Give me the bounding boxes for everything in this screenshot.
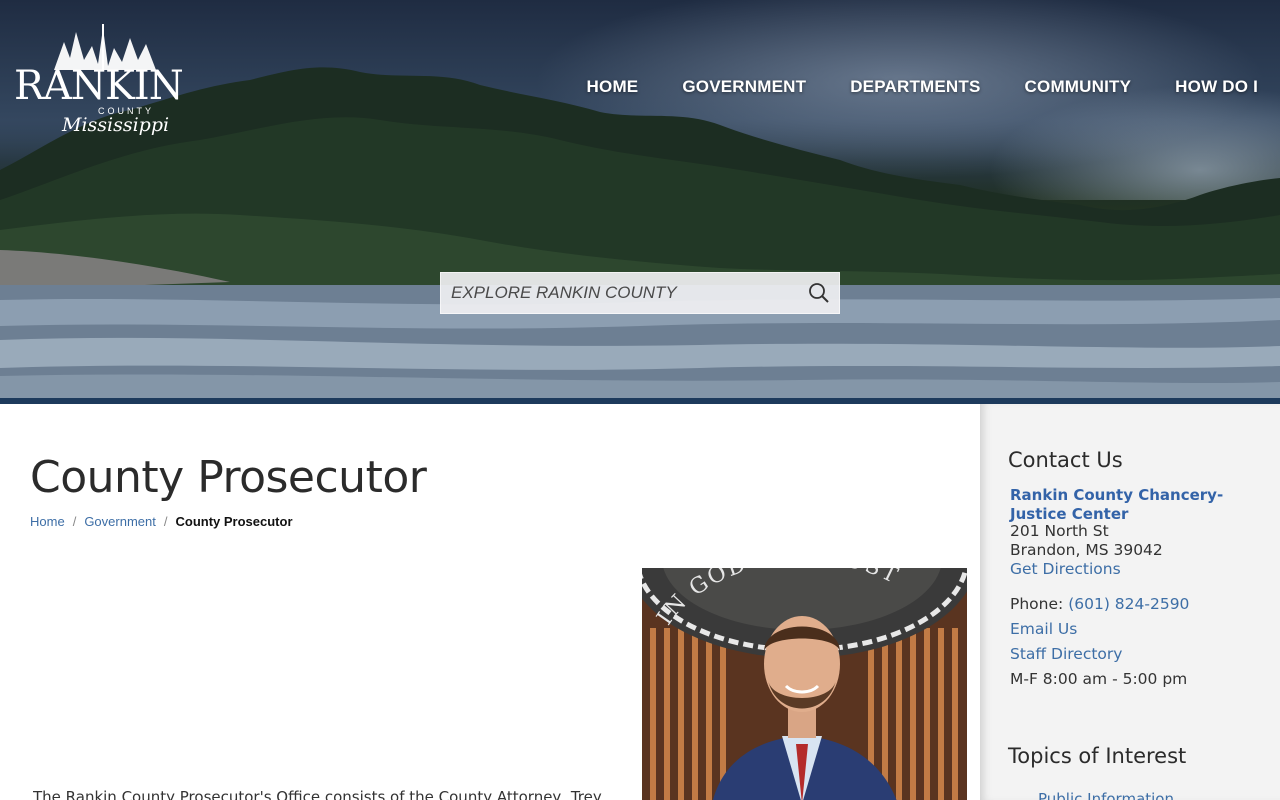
- office-hours: M-F 8:00 am - 5:00 pm: [1010, 670, 1188, 688]
- intro-paragraph: The Rankin County Prosecutor's Office co…: [33, 788, 602, 800]
- logo-wordmark: RANKIN: [14, 63, 184, 109]
- get-directions-link[interactable]: Get Directions: [1010, 560, 1121, 578]
- contact-heading: Contact Us: [1008, 448, 1123, 472]
- contact-phone-row: Phone: (601) 824-2590: [1010, 595, 1189, 613]
- topics-heading: Topics of Interest: [1008, 744, 1187, 768]
- contact-address-2: Brandon, MS 39042: [1010, 541, 1163, 559]
- page-title: County Prosecutor: [30, 452, 427, 503]
- site-search: [440, 272, 840, 314]
- nav-departments[interactable]: DEPARTMENTS: [806, 76, 980, 98]
- staff-directory-link[interactable]: Staff Directory: [1010, 645, 1122, 663]
- hero-landscape-image: [0, 67, 1280, 398]
- portrait-image: IN GOD WE TRUST: [642, 568, 967, 800]
- phone-label: Phone:: [1010, 595, 1064, 613]
- breadcrumb-separator: /: [72, 514, 77, 529]
- logo-script-label: Mississippi: [62, 114, 170, 136]
- nav-how-do-i[interactable]: HOW DO I: [1131, 76, 1258, 98]
- prosecutor-portrait: IN GOD WE TRUST: [642, 568, 967, 800]
- contact-address-1: 201 North St: [1010, 522, 1109, 540]
- breadcrumb-home[interactable]: Home: [30, 514, 65, 529]
- phone-link[interactable]: (601) 824-2590: [1068, 595, 1189, 613]
- breadcrumb: Home / Government / County Prosecutor: [30, 514, 293, 529]
- topic-link-public-information[interactable]: Public Information: [1038, 790, 1174, 800]
- search-button[interactable]: [799, 273, 839, 313]
- nav-government[interactable]: GOVERNMENT: [638, 76, 806, 98]
- main-nav: HOME GOVERNMENT DEPARTMENTS COMMUNITY HO…: [587, 76, 1258, 98]
- breadcrumb-government[interactable]: Government: [84, 514, 156, 529]
- email-us-link[interactable]: Email Us: [1010, 620, 1077, 638]
- breadcrumb-separator: /: [163, 514, 168, 529]
- breadcrumb-current: County Prosecutor: [175, 514, 293, 529]
- search-icon: [809, 283, 829, 303]
- nav-home[interactable]: HOME: [587, 76, 639, 98]
- hero-banner: RANKIN COUNTY Mississippi HOME GOVERNMEN…: [0, 0, 1280, 404]
- sidebar: Contact Us Rankin County Chancery-Justic…: [980, 404, 1280, 800]
- contact-org-link[interactable]: Rankin County Chancery-Justice Center: [1010, 486, 1250, 524]
- nav-community[interactable]: COMMUNITY: [981, 76, 1132, 98]
- main-content: County Prosecutor Home / Government / Co…: [0, 404, 980, 800]
- rankin-county-logo[interactable]: RANKIN COUNTY Mississippi: [14, 20, 184, 146]
- search-input[interactable]: [441, 273, 799, 313]
